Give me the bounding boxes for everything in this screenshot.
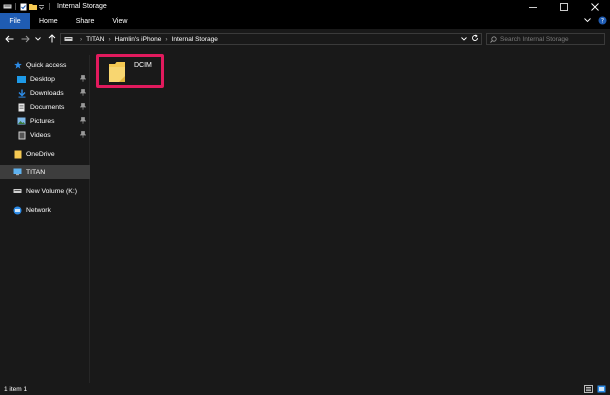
search-input[interactable]: Search Internal Storage <box>486 33 605 45</box>
breadcrumb-titan[interactable]: TITAN <box>86 36 104 43</box>
expand-ribbon-icon[interactable] <box>584 17 591 25</box>
quick-access-toolbar <box>0 0 53 13</box>
svg-text:?: ? <box>601 17 604 24</box>
nav-label: OneDrive <box>26 150 55 158</box>
view-switcher <box>584 385 606 393</box>
folder-icon <box>109 62 125 82</box>
new-folder-icon[interactable] <box>28 3 37 11</box>
pin-icon[interactable] <box>79 131 87 139</box>
file-name: DCIM <box>134 62 152 69</box>
ribbon-controls: ? <box>584 13 607 29</box>
close-icon <box>590 2 599 11</box>
forward-arrow-icon <box>21 35 30 42</box>
maximize-button[interactable] <box>548 0 579 13</box>
refresh-icon[interactable] <box>471 34 479 44</box>
back-button[interactable] <box>4 33 15 44</box>
nav-label: Documents <box>30 103 65 111</box>
item-count: 1 item 1 <box>4 385 28 393</box>
selection-highlight <box>96 54 164 88</box>
pin-icon[interactable] <box>79 89 87 97</box>
tab-share[interactable]: Share <box>67 13 104 29</box>
file-list: DCIM <box>91 49 610 383</box>
nav-item-desktop[interactable]: Desktop <box>0 72 90 86</box>
window-controls <box>517 0 610 13</box>
nav-label: Pictures <box>30 117 55 125</box>
desktop-icon <box>17 75 26 84</box>
window-title: Internal Storage <box>57 3 107 10</box>
nav-label: Desktop <box>30 75 55 83</box>
close-button[interactable] <box>579 0 610 13</box>
drive-icon[interactable] <box>3 3 12 11</box>
help-icon[interactable]: ? <box>598 16 607 27</box>
drive-icon <box>64 36 73 42</box>
ribbon: File Home Share View ? <box>0 13 610 29</box>
breadcrumb-separator: › <box>108 35 111 43</box>
breadcrumb-internal-storage[interactable]: Internal Storage <box>172 36 218 43</box>
title-bar: Internal Storage <box>0 0 610 13</box>
navigation-pane: Quick access Desktop Downloads Documents <box>0 55 90 383</box>
tab-view[interactable]: View <box>103 13 136 29</box>
tab-file[interactable]: File <box>0 13 30 29</box>
details-view-icon[interactable] <box>584 385 593 393</box>
customize-toolbar-icon[interactable] <box>37 3 46 11</box>
large-icons-view-icon[interactable] <box>597 385 606 393</box>
nav-label: Quick access <box>26 61 67 69</box>
address-row: › TITAN › Hamlin's iPhone › Internal Sto… <box>0 29 610 49</box>
nav-item-videos[interactable]: Videos <box>0 128 90 142</box>
minimize-icon <box>528 6 537 8</box>
nav-label: Videos <box>30 131 51 139</box>
search-placeholder: Search Internal Storage <box>500 35 569 43</box>
pictures-icon <box>17 117 26 126</box>
chevron-down-icon <box>34 36 41 41</box>
forward-button[interactable] <box>20 33 31 44</box>
nav-item-onedrive[interactable]: OneDrive <box>0 147 90 161</box>
up-arrow-icon <box>48 34 55 43</box>
nav-label: New Volume (K:) <box>26 187 77 195</box>
properties-icon[interactable] <box>19 3 28 11</box>
search-icon <box>490 35 497 43</box>
pin-icon[interactable] <box>79 75 87 83</box>
folder-icon <box>13 150 22 159</box>
nav-quick-access[interactable]: Quick access <box>0 58 90 72</box>
maximize-icon <box>559 2 568 11</box>
breadcrumb-separator: › <box>80 35 83 43</box>
up-button[interactable] <box>46 33 57 44</box>
nav-label: Downloads <box>30 89 64 97</box>
file-item-dcim[interactable]: DCIM <box>96 54 164 88</box>
nav-item-new-volume[interactable]: New Volume (K:) <box>0 184 90 198</box>
nav-item-this-pc[interactable]: TITAN <box>0 165 90 179</box>
address-bar[interactable]: › TITAN › Hamlin's iPhone › Internal Sto… <box>60 33 482 45</box>
nav-item-downloads[interactable]: Downloads <box>0 86 90 100</box>
nav-item-documents[interactable]: Documents <box>0 100 90 114</box>
nav-item-pictures[interactable]: Pictures <box>0 114 90 128</box>
videos-icon <box>17 131 26 140</box>
breadcrumb-iphone[interactable]: Hamlin's iPhone <box>115 36 162 43</box>
nav-label: TITAN <box>26 168 46 176</box>
computer-icon <box>13 168 22 177</box>
nav-label: Network <box>26 206 51 214</box>
pin-icon[interactable] <box>79 103 87 111</box>
drive-icon <box>13 187 22 196</box>
tab-home[interactable]: Home <box>30 13 67 29</box>
address-history-chevron-icon[interactable] <box>461 36 467 43</box>
toolbar-divider <box>49 3 50 10</box>
nav-item-network[interactable]: Network <box>0 203 90 217</box>
minimize-button[interactable] <box>517 0 548 13</box>
back-arrow-icon <box>5 35 14 42</box>
star-icon <box>13 61 22 70</box>
toolbar-divider <box>15 3 16 10</box>
pin-icon[interactable] <box>79 117 87 125</box>
recent-locations-button[interactable] <box>33 33 42 44</box>
download-icon <box>17 89 26 98</box>
breadcrumb-separator: › <box>165 35 168 43</box>
address-controls <box>461 34 479 44</box>
network-icon <box>13 206 22 215</box>
status-bar: 1 item 1 <box>0 383 610 395</box>
document-icon <box>17 103 26 112</box>
